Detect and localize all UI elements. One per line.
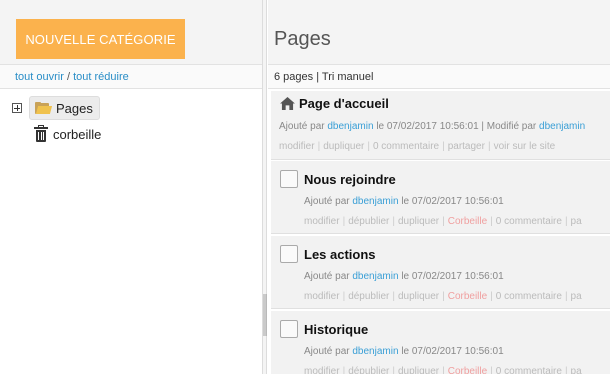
modify-action[interactable]: modifier	[304, 216, 340, 227]
meta-date: le 07/02/2017 10:56:01	[401, 271, 504, 282]
link-separator: /	[66, 71, 71, 83]
page-actions: modifier | dépublier | dupliquer | Corbeille | 0…	[304, 216, 582, 227]
share-action[interactable]: pa	[571, 291, 582, 302]
page-meta: Ajouté par dbenjamin le 07/02/2017 10:56…	[304, 196, 504, 207]
author-link[interactable]: dbenjamin	[352, 346, 398, 357]
duplicate-action[interactable]: dupliquer	[398, 216, 439, 227]
page-title-link[interactable]: Nous rejoindre	[304, 172, 396, 187]
page-meta: Ajouté par dbenjamin le 07/02/2017 10:56…	[304, 271, 504, 282]
share-action[interactable]: pa	[571, 216, 582, 227]
share-action[interactable]: pa	[571, 366, 582, 374]
modify-action[interactable]: modifier	[279, 141, 315, 152]
tree-controls: tout ouvrir / tout réduire	[0, 65, 262, 89]
share-action[interactable]: partager	[448, 141, 485, 152]
meta-date: le 07/02/2017 10:56:01 | Modifié par	[376, 121, 537, 132]
view-on-site-action[interactable]: voir sur le site	[494, 141, 556, 152]
comments-action[interactable]: 0 commentaire	[496, 216, 562, 227]
expand-all-link[interactable]: tout ouvrir	[15, 71, 64, 83]
tree-item-pages[interactable]: Pages	[29, 96, 100, 120]
category-panel: NOUVELLE CATÉGORIE tout ouvrir / tout ré…	[0, 0, 262, 374]
trash-action[interactable]: Corbeille	[448, 366, 487, 374]
select-checkbox[interactable]	[280, 245, 298, 263]
comments-action[interactable]: 0 commentaire	[496, 291, 562, 302]
trash-action[interactable]: Corbeille	[448, 216, 487, 227]
tree-node-pages: Pages	[12, 96, 100, 120]
select-checkbox[interactable]	[280, 170, 298, 188]
expand-toggle-icon[interactable]	[12, 103, 22, 113]
author-link[interactable]: dbenjamin	[352, 271, 398, 282]
modify-action[interactable]: modifier	[304, 366, 340, 374]
tree-item-trash[interactable]: corbeille	[34, 124, 101, 144]
modifier-author-link[interactable]: dbenjamin	[539, 121, 585, 132]
meta-added-by: Ajouté par	[304, 271, 350, 282]
comments-action[interactable]: 0 commentaire	[373, 141, 439, 152]
duplicate-action[interactable]: dupliquer	[398, 291, 439, 302]
collapse-all-link[interactable]: tout réduire	[73, 71, 129, 83]
tree-item-trash-label: corbeille	[53, 126, 102, 142]
meta-added-by: Ajouté par	[304, 346, 350, 357]
trash-action[interactable]: Corbeille	[448, 291, 487, 302]
pages-panel: Pages 6 pages | Tri manuel Page d'accuei…	[268, 0, 610, 374]
category-toolbar: NOUVELLE CATÉGORIE	[0, 0, 262, 65]
trash-icon	[34, 125, 48, 142]
meta-date: le 07/02/2017 10:56:01	[401, 346, 504, 357]
unpublish-action[interactable]: dépublier	[348, 366, 389, 374]
comments-action[interactable]: 0 commentaire	[496, 366, 562, 374]
page-actions: modifier | dupliquer | 0 commentaire | partage…	[279, 141, 556, 152]
unpublish-action[interactable]: dépublier	[348, 216, 389, 227]
list-item: Les actions Ajouté par dbenjamin le 07/0…	[271, 236, 610, 309]
page-meta: Ajouté par dbenjamin le 07/02/2017 10:56…	[279, 121, 585, 132]
author-link[interactable]: dbenjamin	[352, 196, 398, 207]
page-title: Pages	[274, 28, 331, 50]
pages-info-bar: 6 pages | Tri manuel	[268, 65, 610, 89]
tree-item-pages-label: Pages	[56, 100, 93, 116]
home-icon	[280, 97, 295, 110]
meta-date: le 07/02/2017 10:56:01	[401, 196, 504, 207]
page-meta: Ajouté par dbenjamin le 07/02/2017 10:56…	[304, 346, 504, 357]
select-checkbox[interactable]	[280, 320, 298, 338]
page-actions: modifier | dépublier | dupliquer | Corbeille | 0…	[304, 366, 582, 374]
meta-added-by: Ajouté par	[304, 196, 350, 207]
unpublish-action[interactable]: dépublier	[348, 291, 389, 302]
page-title-link[interactable]: Page d'accueil	[299, 96, 389, 111]
list-item: Nous rejoindre Ajouté par dbenjamin le 0…	[271, 161, 610, 234]
list-item: Page d'accueil Ajouté par dbenjamin le 0…	[271, 91, 610, 160]
meta-added-by: Ajouté par	[279, 121, 325, 132]
list-item: Historique Ajouté par dbenjamin le 07/02…	[271, 311, 610, 374]
page-title-link[interactable]: Historique	[304, 322, 368, 337]
modify-action[interactable]: modifier	[304, 291, 340, 302]
page-actions: modifier | dépublier | dupliquer | Corbeille | 0…	[304, 291, 582, 302]
folder-open-icon	[35, 102, 53, 114]
new-category-button[interactable]: NOUVELLE CATÉGORIE	[16, 19, 185, 59]
pages-header: Pages	[268, 0, 610, 65]
author-link[interactable]: dbenjamin	[327, 121, 373, 132]
page-title-link[interactable]: Les actions	[304, 247, 376, 262]
duplicate-action[interactable]: dupliquer	[323, 141, 364, 152]
duplicate-action[interactable]: dupliquer	[398, 366, 439, 374]
resize-handle[interactable]	[263, 294, 267, 336]
